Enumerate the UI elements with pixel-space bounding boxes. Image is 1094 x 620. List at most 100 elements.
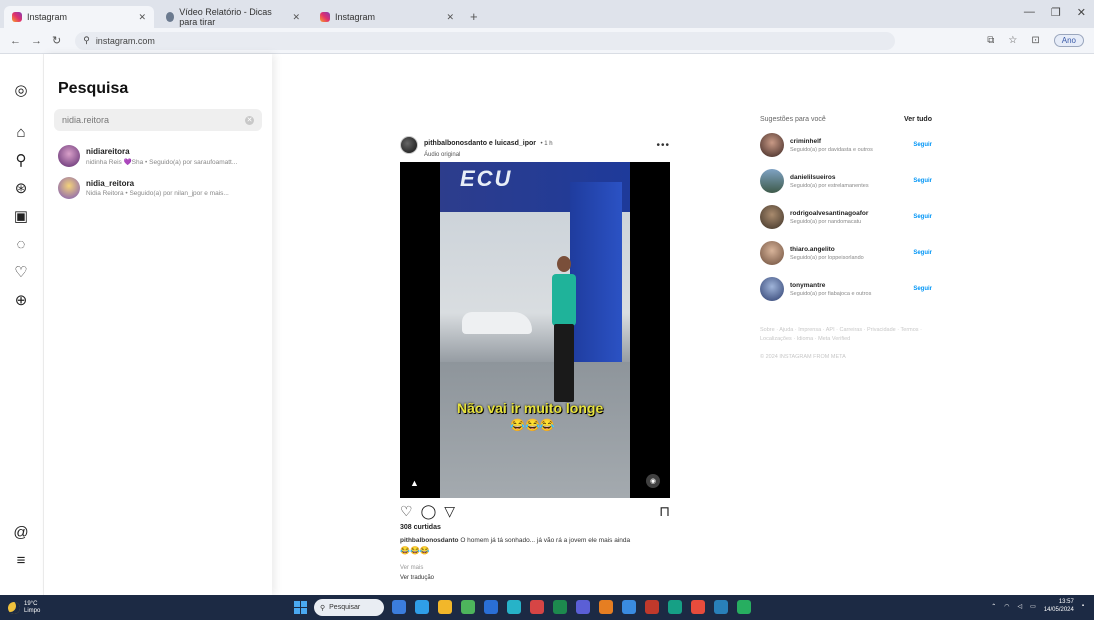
store-icon[interactable] (484, 600, 498, 614)
view-more-link[interactable]: Ver mais (400, 565, 670, 571)
notifications-heart-icon[interactable]: ♡ (11, 262, 31, 282)
comment-icon[interactable]: ◯ (421, 503, 437, 520)
back-icon[interactable]: ← (10, 35, 21, 47)
follow-button[interactable]: Seguir (913, 214, 932, 220)
app-icon[interactable] (507, 600, 521, 614)
battery-icon[interactable]: ▭ (1030, 603, 1036, 610)
task-view-icon[interactable] (392, 600, 406, 614)
site-info-icon[interactable]: ⚲ (83, 35, 90, 46)
home-icon[interactable]: ⌂ (11, 122, 31, 142)
app-icon[interactable] (645, 600, 659, 614)
forward-icon[interactable]: → (31, 35, 42, 47)
close-tab-icon[interactable]: ✕ (292, 12, 300, 23)
volume-icon[interactable]: ◁ (1018, 603, 1023, 610)
chrome-icon[interactable] (461, 600, 475, 614)
close-tab-icon[interactable]: ✕ (446, 12, 454, 23)
suggestion-username[interactable]: tonymantre (790, 282, 900, 289)
suggestions-header: Sugestões para você Ver tudo (760, 112, 932, 126)
clock[interactable]: 13:57 14/05/2024 (1044, 598, 1074, 614)
app-icon[interactable] (714, 600, 728, 614)
avatar (58, 145, 80, 167)
app-icon[interactable] (737, 600, 751, 614)
suggestion-username[interactable]: danielilsueiros (790, 174, 900, 181)
taskbar-search[interactable]: ⚲ Pesquisar (314, 599, 384, 616)
file-explorer-icon[interactable] (438, 600, 452, 614)
suggestion-subtitle: Seguido(a) por loppeisorlando (790, 254, 864, 261)
likes-count[interactable]: 308 curtidas (400, 524, 670, 531)
close-window-icon[interactable]: ✕ (1077, 6, 1086, 19)
avatar[interactable] (760, 169, 784, 193)
avatar[interactable] (760, 241, 784, 265)
chevron-up-icon[interactable]: ⌃ (991, 603, 996, 610)
notifications-icon[interactable]: ▪ (1082, 603, 1084, 609)
app-icon[interactable] (668, 600, 682, 614)
search-input[interactable]: nidia.reitora ✕ (54, 109, 262, 131)
audio-icon[interactable]: ▲ (410, 478, 419, 488)
caption-username[interactable]: pithbalbonosdanto (400, 537, 459, 544)
suggestion-item: thiaro.angelito Seguido(a) por loppeisor… (760, 236, 932, 270)
suggestion-username[interactable]: criminhelf (790, 138, 900, 145)
save-bookmark-icon[interactable]: ⊓ (659, 503, 670, 520)
close-tab-icon[interactable]: ✕ (138, 12, 146, 23)
follow-button[interactable]: Seguir (913, 286, 932, 292)
edge-icon[interactable] (415, 600, 429, 614)
reels-icon[interactable]: ▣ (11, 206, 31, 226)
post-username[interactable]: pithbalbonosdanto e luicasd_ipor (424, 140, 536, 147)
browser-tab-instagram-2[interactable]: Instagram ✕ (312, 6, 462, 28)
avatar[interactable] (400, 136, 418, 154)
suggestion-subtitle: Seguido(a) por fiabajoca e outros (790, 290, 872, 297)
minimize-icon[interactable]: — (1024, 6, 1035, 19)
taskbar-apps (392, 600, 751, 614)
suggestion-username[interactable]: thiaro.angelito (790, 246, 900, 253)
footer-links[interactable]: Sobre · Ajuda · Imprensa · API · Carreir… (760, 326, 932, 344)
suggestion-username[interactable]: rodrigoalvesantinagoafor (790, 210, 900, 217)
messages-icon[interactable]: ◌ (11, 234, 31, 254)
weather-widget[interactable]: 19°C Limpo (8, 601, 40, 615)
browser-tab-strip: Instagram ✕ Vídeo Relatório - Dicas para… (0, 0, 1094, 28)
avatar[interactable] (760, 133, 784, 157)
wifi-icon[interactable]: ◠ (1004, 603, 1009, 610)
more-options-icon[interactable]: ••• (656, 140, 670, 151)
blue-pillar (570, 182, 622, 382)
url-field[interactable]: ⚲ instagram.com (75, 31, 896, 50)
search-icon[interactable]: ⚲ (11, 150, 31, 170)
post-video[interactable]: ECU Não vai ir muito longe 😂😂😂 ▲ ◉ (400, 162, 670, 498)
menu-icon[interactable]: ≡ (11, 550, 31, 570)
reload-icon[interactable]: ↻ (52, 34, 61, 47)
extensions-icon[interactable]: ⊡ (1031, 35, 1039, 46)
browser-tab-instagram[interactable]: Instagram ✕ (4, 6, 154, 28)
follow-button[interactable]: Seguir (913, 178, 932, 184)
instagram-logo-icon[interactable]: ◎ (11, 80, 31, 100)
see-all-link[interactable]: Ver tudo (904, 116, 932, 123)
browser-tab-video[interactable]: Vídeo Relatório - Dicas para tirar ✕ (158, 6, 308, 28)
app-icon[interactable] (576, 600, 590, 614)
translate-link[interactable]: Ver tradução (400, 575, 670, 581)
app-icon[interactable] (553, 600, 567, 614)
share-icon[interactable]: ▽ (444, 503, 455, 520)
create-icon[interactable]: ⊕ (11, 290, 31, 310)
clear-search-icon[interactable]: ✕ (245, 115, 254, 125)
avatar[interactable] (760, 277, 784, 301)
explore-icon[interactable]: ⊛ (11, 178, 31, 198)
app-icon[interactable] (599, 600, 613, 614)
search-result-item[interactable]: nidia_reitora Nidia Reitora • Seguido(a)… (58, 174, 268, 202)
post-actions: ♡ ◯ ▽ ⊓ (400, 498, 670, 524)
avatar[interactable] (760, 205, 784, 229)
bookmark-star-icon[interactable]: ☆ (1008, 35, 1017, 46)
post-audio-label[interactable]: Áudio original (424, 152, 553, 158)
avatar (58, 177, 80, 199)
search-result-item[interactable]: nidiareitora nidinha Reis 💜Sha • Seguido… (58, 142, 268, 170)
maximize-icon[interactable]: ❐ (1051, 6, 1061, 19)
mute-toggle-icon[interactable]: ◉ (646, 474, 660, 488)
follow-button[interactable]: Seguir (913, 250, 932, 256)
install-app-icon[interactable]: ⧉ (987, 35, 994, 46)
app-icon[interactable] (691, 600, 705, 614)
like-heart-icon[interactable]: ♡ (400, 503, 413, 520)
threads-icon[interactable]: @ (11, 522, 31, 542)
follow-button[interactable]: Seguir (913, 142, 932, 148)
new-tab-button[interactable]: + (470, 9, 478, 24)
profile-button[interactable]: Ano (1053, 34, 1084, 47)
app-icon[interactable] (530, 600, 544, 614)
app-icon[interactable] (622, 600, 636, 614)
windows-start-icon[interactable] (294, 601, 307, 614)
